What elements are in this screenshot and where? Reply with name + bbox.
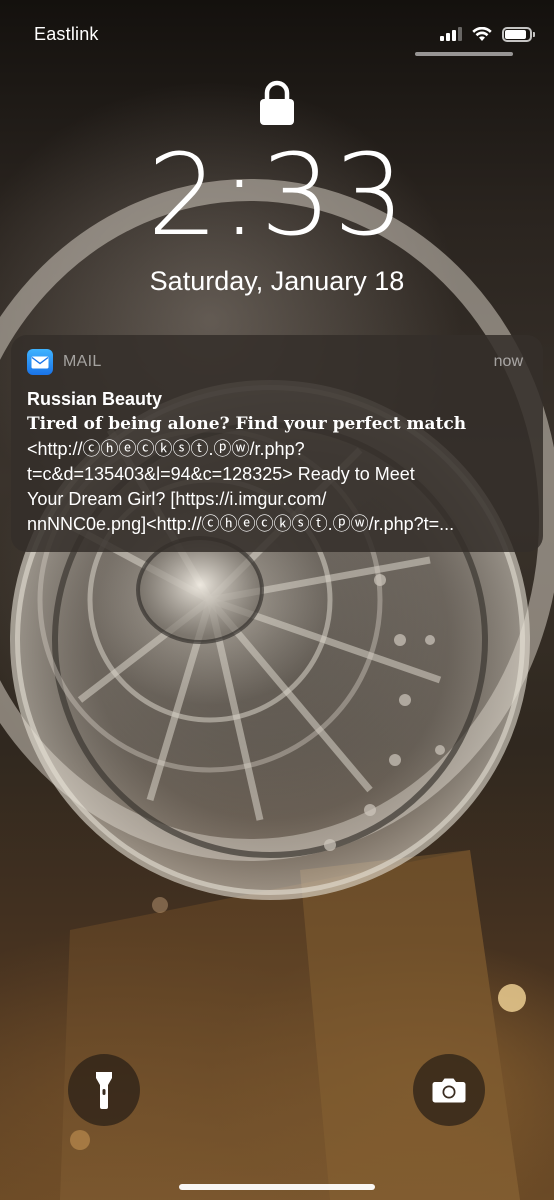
home-indicator[interactable] bbox=[179, 1184, 375, 1190]
signal-bar bbox=[458, 27, 462, 41]
lock-screen: Eastlink 2:33 Saturday, January 18 MAIL … bbox=[0, 0, 554, 1200]
mail-notification[interactable]: MAIL now Russian Beauty Tired of being a… bbox=[11, 335, 543, 552]
notification-body-line: t=c&d=135403&l=94&c=128325> Ready to Mee… bbox=[27, 464, 415, 484]
carrier-name: Eastlink bbox=[34, 24, 99, 44]
flashlight-button[interactable] bbox=[68, 1054, 140, 1126]
signal-icon bbox=[440, 27, 462, 41]
wifi-icon bbox=[472, 26, 492, 41]
camera-button[interactable] bbox=[413, 1054, 485, 1126]
battery-icon bbox=[502, 26, 535, 42]
signal-bar bbox=[440, 36, 444, 41]
notification-body-line: Your Dream Girl? [https://i.imgur.com/ bbox=[27, 489, 327, 509]
lock-icon bbox=[260, 80, 294, 125]
camera-icon bbox=[432, 1078, 466, 1103]
signal-bar bbox=[446, 33, 450, 41]
control-center-indicator[interactable] bbox=[415, 52, 513, 56]
battery-fill bbox=[505, 29, 527, 39]
notification-body-line: nnNNC0e.png]<http://ⓒⓗⓔⓒⓚⓢⓣ.ⓟⓦ/r.php?t=.… bbox=[27, 514, 455, 534]
status-icons bbox=[440, 24, 535, 44]
lock-screen-time: 2:33 bbox=[147, 131, 407, 261]
signal-bar bbox=[452, 30, 456, 41]
notification-body-line: <http://ⓒⓗⓔⓒⓚⓢⓣ.ⓟⓦ/r.php? bbox=[27, 439, 305, 459]
mail-icon bbox=[27, 349, 53, 375]
notification-body: <http://ⓒⓗⓔⓒⓚⓢⓣ.ⓟⓦ/r.php? t=c&d=135403&l… bbox=[27, 437, 527, 537]
notification-app-name: MAIL bbox=[63, 353, 102, 370]
lock-screen-date: Saturday, January 18 bbox=[149, 266, 405, 296]
notification-subject: Tired of being alone? Find your perfect … bbox=[27, 414, 467, 434]
status-bar: Eastlink bbox=[0, 0, 554, 60]
notification-time: now bbox=[493, 353, 523, 370]
notification-header: MAIL now bbox=[27, 349, 527, 375]
flashlight-icon bbox=[96, 1072, 112, 1109]
notification-title: Russian Beauty bbox=[27, 389, 163, 409]
